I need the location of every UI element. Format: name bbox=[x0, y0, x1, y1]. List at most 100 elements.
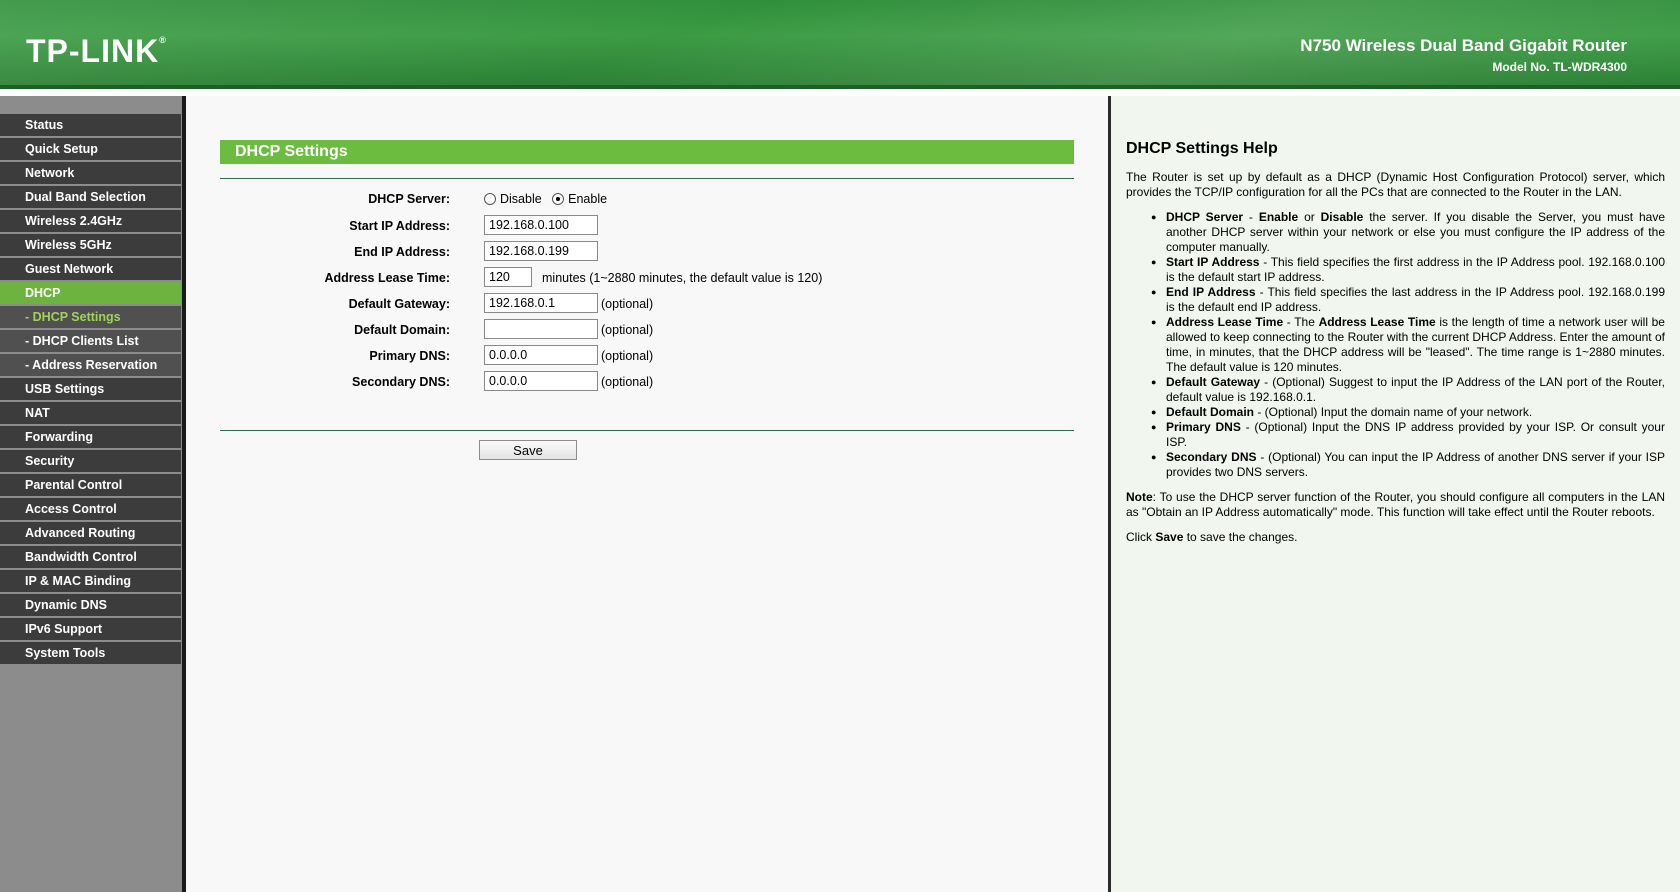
sidebar-item-ipv6-support[interactable]: IPv6 Support bbox=[0, 618, 181, 640]
help-title: DHCP Settings Help bbox=[1126, 140, 1278, 157]
help-list: DHCP Server - Enable or Disable the serv… bbox=[1126, 210, 1665, 480]
help-click-pre: Click bbox=[1126, 530, 1156, 544]
sidebar-item-system-tools[interactable]: System Tools bbox=[0, 642, 181, 664]
lease-time-note: minutes (1~2880 minutes, the default val… bbox=[542, 271, 823, 285]
section-title: DHCP Settings bbox=[220, 140, 1074, 164]
domain-input[interactable] bbox=[484, 319, 598, 339]
help-item-term: Secondary DNS bbox=[1166, 450, 1257, 464]
main-content: DHCP Settings DHCP Server: Disable Enabl… bbox=[186, 96, 1110, 892]
sidebar-item-quick-setup[interactable]: Quick Setup bbox=[0, 138, 181, 160]
help-click-save: Click Save to save the changes. bbox=[1126, 530, 1665, 545]
gateway-input[interactable] bbox=[484, 293, 598, 313]
help-click-bold: Save bbox=[1155, 530, 1184, 544]
domain-label: Default Domain: bbox=[354, 323, 450, 337]
help-item-rest: - (Optional) Input the domain name of yo… bbox=[1254, 405, 1533, 419]
sidebar-item-wireless-2-4ghz[interactable]: Wireless 2.4GHz bbox=[0, 210, 181, 232]
sidebar-item-security[interactable]: Security bbox=[0, 450, 181, 472]
help-note-label: Note bbox=[1126, 490, 1153, 504]
sidebar-item-access-control[interactable]: Access Control bbox=[0, 498, 181, 520]
help-panel: DHCP Settings Help The Router is set up … bbox=[1111, 96, 1680, 892]
sidebar-item-advanced-routing[interactable]: Advanced Routing bbox=[0, 522, 181, 544]
help-note: Note: To use the DHCP server function of… bbox=[1126, 490, 1665, 520]
primary-dns-note: (optional) bbox=[601, 349, 654, 363]
end-ip-input[interactable] bbox=[484, 241, 598, 261]
product-name: N750 Wireless Dual Band Gigabit Router bbox=[1300, 36, 1627, 55]
sidebar-item-dhcp-settings[interactable]: - DHCP Settings bbox=[0, 306, 181, 328]
sidebar-item-bandwidth-control[interactable]: Bandwidth Control bbox=[0, 546, 181, 568]
sidebar-item-dhcp-clients-list[interactable]: - DHCP Clients List bbox=[0, 330, 181, 352]
help-item: Primary DNS - (Optional) Input the DNS I… bbox=[1151, 420, 1665, 450]
save-button[interactable]: Save bbox=[479, 440, 577, 460]
help-click-post: to save the changes. bbox=[1183, 530, 1298, 544]
help-item-text-b: Disable bbox=[1320, 210, 1364, 224]
logo-registered-mark: ® bbox=[159, 35, 167, 45]
start-ip-label: Start IP Address: bbox=[349, 219, 450, 233]
sidebar-item-ip-mac-binding[interactable]: IP & MAC Binding bbox=[0, 570, 181, 592]
help-item-term: End IP Address bbox=[1166, 285, 1256, 299]
dhcp-server-row: DHCP Server: Disable Enable bbox=[220, 188, 1074, 212]
sidebar-item-guest-network[interactable]: Guest Network bbox=[0, 258, 181, 280]
dhcp-server-options: Disable Enable bbox=[484, 190, 613, 208]
sidebar-item-dhcp[interactable]: DHCP bbox=[0, 282, 181, 304]
help-item: Start IP Address - This field specifies … bbox=[1151, 255, 1665, 285]
secondary-dns-label: Secondary DNS: bbox=[352, 375, 450, 389]
help-item: Default Domain - (Optional) Input the do… bbox=[1151, 405, 1665, 420]
help-item-term: Address Lease Time bbox=[1166, 315, 1284, 329]
sidebar-item-network[interactable]: Network bbox=[0, 162, 181, 184]
help-item-term: Primary DNS bbox=[1166, 420, 1241, 434]
bottom-divider bbox=[220, 430, 1074, 431]
help-item-term: Start IP Address bbox=[1166, 255, 1260, 269]
secondary-dns-note: (optional) bbox=[601, 375, 654, 389]
end-ip-row: End IP Address: bbox=[220, 241, 1074, 265]
model-number: Model No. TL-WDR4300 bbox=[1492, 60, 1627, 74]
help-item: DHCP Server - Enable or Disable the serv… bbox=[1151, 210, 1665, 255]
sidebar-item-status[interactable]: Status bbox=[0, 114, 181, 136]
help-body: The Router is set up by default as a DHC… bbox=[1126, 170, 1665, 555]
logo-text: TP-LINK bbox=[26, 33, 160, 69]
sidebar-item-wireless-5ghz[interactable]: Wireless 5GHz bbox=[0, 234, 181, 256]
dhcp-server-label: DHCP Server: bbox=[368, 192, 450, 206]
help-item-term: Default Domain bbox=[1166, 405, 1255, 419]
sidebar-item-usb-settings[interactable]: USB Settings bbox=[0, 378, 181, 400]
sidebar-item-nat[interactable]: NAT bbox=[0, 402, 181, 424]
sidebar-item-forwarding[interactable]: Forwarding bbox=[0, 426, 181, 448]
help-item-text-a: Address Lease Time bbox=[1318, 315, 1436, 329]
primary-dns-field-wrap bbox=[484, 345, 598, 365]
lease-time-row: Address Lease Time: minutes (1~2880 minu… bbox=[220, 267, 1074, 291]
header-banner: TP-LINK® N750 Wireless Dual Band Gigabit… bbox=[0, 0, 1680, 89]
help-item-mid: or bbox=[1298, 210, 1321, 224]
domain-note: (optional) bbox=[601, 323, 654, 337]
end-ip-field-wrap bbox=[484, 241, 598, 261]
gateway-label: Default Gateway: bbox=[348, 297, 450, 311]
lease-time-input[interactable] bbox=[484, 267, 532, 287]
dhcp-enable-radio[interactable] bbox=[552, 192, 565, 205]
help-item: Address Lease Time - The Address Lease T… bbox=[1151, 315, 1665, 375]
help-item-term: DHCP Server bbox=[1166, 210, 1244, 224]
secondary-dns-field-wrap bbox=[484, 371, 598, 391]
top-divider bbox=[220, 178, 1074, 179]
secondary-dns-input[interactable] bbox=[484, 371, 598, 391]
lease-time-field-wrap bbox=[484, 267, 532, 287]
help-item: Default Gateway - (Optional) Suggest to … bbox=[1151, 375, 1665, 405]
sidebar-item-dual-band-selection[interactable]: Dual Band Selection bbox=[0, 186, 181, 208]
product-info: N750 Wireless Dual Band Gigabit Router M… bbox=[1300, 36, 1627, 74]
help-item-pre: - bbox=[1243, 210, 1259, 224]
sidebar-item-dynamic-dns[interactable]: Dynamic DNS bbox=[0, 594, 181, 616]
help-item-term: Default Gateway bbox=[1166, 375, 1261, 389]
sidebar-item-parental-control[interactable]: Parental Control bbox=[0, 474, 181, 496]
lease-time-label: Address Lease Time: bbox=[324, 271, 450, 285]
sidebar-item-address-reservation[interactable]: - Address Reservation bbox=[0, 354, 181, 376]
primary-dns-input[interactable] bbox=[484, 345, 598, 365]
end-ip-label: End IP Address: bbox=[354, 245, 450, 259]
domain-field-wrap bbox=[484, 319, 598, 339]
help-intro: The Router is set up by default as a DHC… bbox=[1126, 170, 1665, 199]
start-ip-input[interactable] bbox=[484, 215, 598, 235]
gateway-field-wrap bbox=[484, 293, 598, 313]
help-item: Secondary DNS - (Optional) You can input… bbox=[1151, 450, 1665, 480]
secondary-dns-row: Secondary DNS: (optional) bbox=[220, 371, 1074, 395]
primary-dns-label: Primary DNS: bbox=[369, 349, 450, 363]
dhcp-disable-radio[interactable] bbox=[484, 192, 496, 205]
gateway-row: Default Gateway: (optional) bbox=[220, 293, 1074, 317]
header-stripe bbox=[0, 85, 1680, 89]
gateway-note: (optional) bbox=[601, 297, 654, 311]
